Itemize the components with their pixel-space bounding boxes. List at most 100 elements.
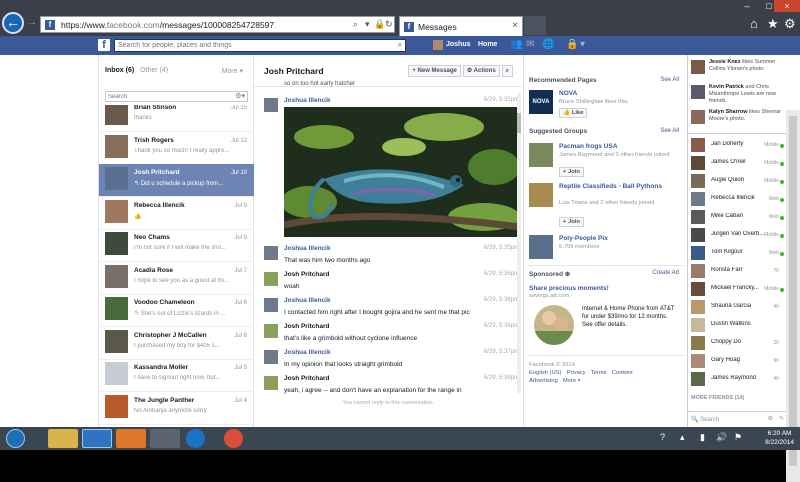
chat-friend[interactable]: Jurgen Van Overb... Mobile xyxy=(691,227,784,244)
thread-item[interactable]: Acadia Rose I hope to see you as a guest … xyxy=(99,262,254,295)
footer-cookies-link[interactable]: Cookies xyxy=(612,370,633,376)
app-icon[interactable] xyxy=(150,429,180,448)
thread-item[interactable]: Kassandra Moller I have to signout right … xyxy=(99,359,254,392)
group-thumbnail[interactable] xyxy=(529,235,553,259)
ticker-name[interactable]: Jessie Knez xyxy=(709,59,741,65)
inbox-search[interactable]: ⚙▾ xyxy=(105,91,248,102)
avatar[interactable] xyxy=(691,156,705,170)
ad-domain[interactable]: savings.att.com xyxy=(529,293,569,299)
avatar[interactable] xyxy=(105,134,128,158)
gear-icon[interactable]: ⚙ xyxy=(784,16,796,32)
avatar[interactable] xyxy=(105,167,128,190)
see-all-groups-link[interactable]: See All xyxy=(660,128,679,134)
media-player-icon[interactable] xyxy=(116,429,146,448)
help-icon[interactable]: ? xyxy=(660,432,665,442)
chat-friend[interactable]: Ronsta Farr 7h xyxy=(691,263,784,280)
chat-friend[interactable]: James Raymond 4h xyxy=(691,371,784,388)
avatar[interactable] xyxy=(105,232,128,255)
avatar[interactable] xyxy=(691,336,705,350)
avatar[interactable] xyxy=(691,372,705,386)
footer-more-link[interactable]: More xyxy=(563,378,576,384)
avatar[interactable] xyxy=(264,298,278,312)
thread-item[interactable]: The Jungle Panther No Ambanja anymore sor… xyxy=(99,392,254,425)
search-icon[interactable]: ⌕ xyxy=(398,40,402,50)
system-clock[interactable]: 6:20 AM 8/22/2014 xyxy=(765,429,794,447)
internet-explorer-icon[interactable] xyxy=(82,429,112,448)
ticker-name[interactable]: Kevin Patrick xyxy=(709,84,744,90)
footer-advertising-link[interactable]: Advertising xyxy=(529,378,558,384)
avatar[interactable] xyxy=(691,138,705,152)
avatar[interactable] xyxy=(691,282,705,296)
ad-info-icon[interactable]: ⊕ xyxy=(565,271,570,278)
avatar[interactable] xyxy=(264,246,278,260)
thread-item[interactable]: Christopher J McCallen I purchased my boy… xyxy=(99,327,254,360)
avatar[interactable] xyxy=(105,362,128,385)
avatar[interactable] xyxy=(264,272,278,286)
message-sender[interactable]: Joshua Illencik xyxy=(284,349,331,356)
url-text[interactable]: https://www.facebook.com/messages/100008… xyxy=(61,20,274,30)
group-name-link[interactable]: Pacman frogs USA xyxy=(559,143,618,150)
ticker-name[interactable]: Kalyn Sharrow xyxy=(709,109,748,115)
avatar[interactable] xyxy=(105,329,128,353)
inbox-folder[interactable]: Inbox (6) xyxy=(105,67,134,74)
group-name-link[interactable]: Reptile Classifieds - Ball Pythons xyxy=(559,183,662,190)
notifications-icon[interactable]: 🌐 xyxy=(542,39,554,50)
thread-item[interactable]: Neo Chams I'm not sure if I will make the… xyxy=(99,229,254,262)
other-folder[interactable]: Other (4) xyxy=(140,67,168,74)
avatar[interactable] xyxy=(264,350,278,364)
home-link[interactable]: Home xyxy=(478,41,497,48)
chat-friend[interactable]: Shauna Garcia 4h xyxy=(691,299,784,316)
avatar[interactable] xyxy=(105,394,128,418)
gear-icon[interactable]: ⚙▾ xyxy=(235,92,245,100)
footer-terms-link[interactable]: Terms xyxy=(591,370,607,376)
address-bar[interactable]: f https://www.facebook.com/messages/1000… xyxy=(40,16,395,33)
messages-icon[interactable]: ✉ xyxy=(526,39,534,50)
avatar[interactable] xyxy=(691,264,705,278)
chat-friend[interactable]: Tom Kilgour Web xyxy=(691,245,784,262)
flag-icon[interactable]: ⚑ xyxy=(734,432,742,443)
avatar[interactable] xyxy=(264,98,278,112)
network-icon[interactable]: ▮ xyxy=(700,432,705,443)
conversation-scrollbar[interactable] xyxy=(517,93,521,393)
chat-friend[interactable]: Choppy Do 2h xyxy=(691,335,784,352)
compose-icon[interactable]: ✎ xyxy=(779,415,784,422)
actions-button[interactable]: ⚙ Actions xyxy=(462,65,500,77)
chat-friend[interactable]: Mickael Francky... Mobile xyxy=(691,281,784,298)
message-sender[interactable]: Josh Pritchard xyxy=(284,271,330,278)
chat-friend[interactable]: Augie Quion Mobile xyxy=(691,173,784,190)
file-explorer-icon[interactable] xyxy=(48,429,78,448)
avatar[interactable] xyxy=(691,85,705,99)
search-icon[interactable]: ⌕ xyxy=(501,65,513,77)
like-page-button[interactable]: 👍 Like xyxy=(559,108,588,118)
back-button[interactable]: ← xyxy=(2,12,24,34)
new-message-button[interactable]: + New Message xyxy=(408,65,461,77)
message-sender[interactable]: Joshua Illencik xyxy=(284,97,331,104)
avatar[interactable] xyxy=(691,228,705,242)
thread-item[interactable]: Brian Stinson thanks Jul 15 xyxy=(99,105,254,132)
tab-messages[interactable]: f Messages × xyxy=(399,16,523,36)
avatar[interactable] xyxy=(691,300,705,314)
group-thumbnail[interactable] xyxy=(529,183,553,207)
join-group-button[interactable]: + Join xyxy=(559,167,584,177)
facebook-logo-icon[interactable]: f xyxy=(98,39,110,51)
profile-link[interactable]: Joshus xyxy=(446,41,471,48)
message-sender[interactable]: Josh Pritchard xyxy=(284,323,330,330)
avatar[interactable] xyxy=(691,60,705,74)
chrome-icon[interactable] xyxy=(224,429,243,448)
volume-icon[interactable]: 🔊 xyxy=(716,432,727,443)
chat-friend[interactable]: Rebecca Illencik Web xyxy=(691,191,784,208)
chat-friend[interactable]: Gary Hoag 9h xyxy=(691,353,784,370)
facebook-search-input[interactable] xyxy=(115,40,385,51)
thread-item[interactable]: Josh Pritchard ↰ Did u schedule a pickup … xyxy=(99,164,254,197)
lock-icon[interactable]: 🔒 xyxy=(374,19,385,30)
avatar[interactable] xyxy=(691,174,705,188)
privacy-icon[interactable]: 🔒 xyxy=(566,39,578,50)
avatar[interactable] xyxy=(691,192,705,206)
facebook-search[interactable]: ⌕ xyxy=(114,39,406,52)
favorites-star-icon[interactable]: ★ xyxy=(767,16,779,32)
see-all-pages-link[interactable]: See All xyxy=(660,77,679,83)
avatar[interactable] xyxy=(105,105,128,125)
dropdown-icon[interactable]: ▾ xyxy=(365,19,370,30)
ad-image[interactable] xyxy=(534,305,574,345)
thread-item[interactable]: Rebecca Illencik 👍 Jul 9 xyxy=(99,197,254,230)
